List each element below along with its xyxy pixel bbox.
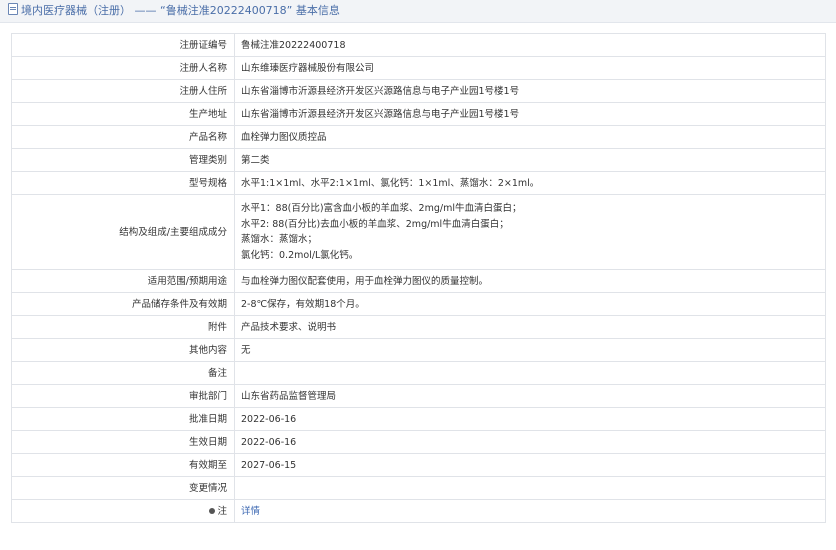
composition-line: 水平2: 88(百分比)去血小板的羊血浆、2mg/ml牛血清白蛋白； xyxy=(241,218,509,230)
row-value: 血栓弹力图仪质控品 xyxy=(234,125,826,149)
table-row: 审批部门 山东省药品监督管理局 xyxy=(11,384,826,408)
table-row: 管理类别 第二类 xyxy=(11,148,826,172)
row-label: 产品储存条件及有效期 xyxy=(11,292,235,316)
row-value: 水平1:1×1ml、水平2:1×1ml、氯化钙：1×1ml、蒸馏水：2×1ml。 xyxy=(234,171,826,195)
composition-line: 水平1：88(百分比)富含血小板的羊血浆、2mg/ml牛血清白蛋白； xyxy=(241,203,522,214)
row-label: 备注 xyxy=(11,361,235,385)
details-link[interactable]: 详情 xyxy=(241,506,260,517)
row-label: 型号规格 xyxy=(11,171,235,195)
row-value: 第二类 xyxy=(234,148,826,172)
table-row: 适用范围/预期用途 与血栓弹力图仪配套使用，用于血栓弹力图仪的质量控制。 xyxy=(11,269,826,293)
table-row: 生产地址 山东省淄博市沂源县经济开发区兴源路信息与电子产业园1号楼1号 xyxy=(11,102,826,126)
row-value: 山东省淄博市沂源县经济开发区兴源路信息与电子产业园1号楼1号 xyxy=(234,79,826,103)
breadcrumb-suffix: 基本信息 xyxy=(295,4,340,17)
row-label: 产品名称 xyxy=(11,125,235,149)
table-row: 注册证编号 鲁械注准20222400718 xyxy=(11,33,826,57)
page-header: 境内医疗器械（注册） —— “鲁械注准20222400718” 基本信息 xyxy=(0,0,836,23)
row-value: 山东省药品监督管理局 xyxy=(234,384,826,408)
row-label: 其他内容 xyxy=(11,338,235,362)
row-label: 有效期至 xyxy=(11,453,235,477)
composition-line: 蒸馏水：蒸馏水； xyxy=(241,234,318,245)
table-row: 型号规格 水平1:1×1ml、水平2:1×1ml、氯化钙：1×1ml、蒸馏水：2… xyxy=(11,171,826,195)
document-icon xyxy=(8,3,18,15)
table-row: 有效期至 2027-06-15 xyxy=(11,453,826,477)
row-label: 注册人住所 xyxy=(11,79,235,103)
table-row: 变更情况 xyxy=(11,476,826,500)
row-value: 2022-06-16 xyxy=(234,430,826,454)
table-row: 注册人名称 山东维瑧医疗器械股份有限公司 xyxy=(11,56,826,80)
table-row: 产品储存条件及有效期 2-8℃保存，有效期18个月。 xyxy=(11,292,826,316)
table-row: 备注 xyxy=(11,361,826,385)
table-row: 产品名称 血栓弹力图仪质控品 xyxy=(11,125,826,149)
row-label: 变更情况 xyxy=(11,476,235,500)
row-label: 批准日期 xyxy=(11,407,235,431)
row-label: 管理类别 xyxy=(11,148,235,172)
row-label: 审批部门 xyxy=(11,384,235,408)
row-label: 生产地址 xyxy=(11,102,235,126)
breadcrumb-separator: —— xyxy=(134,4,157,17)
info-table: 注册证编号 鲁械注准20222400718 注册人名称 山东维瑧医疗器械股份有限… xyxy=(11,33,826,523)
note-label: 注 xyxy=(217,505,227,517)
note-value: 详情 xyxy=(234,499,826,523)
row-label: 生效日期 xyxy=(11,430,235,454)
row-value: 山东省淄博市沂源县经济开发区兴源路信息与电子产业园1号楼1号 xyxy=(234,102,826,126)
row-value: 山东维瑧医疗器械股份有限公司 xyxy=(234,56,826,80)
row-label: 注册证编号 xyxy=(11,33,235,57)
table-row-note: 注 详情 xyxy=(11,499,826,523)
row-value: 与血栓弹力图仪配套使用，用于血栓弹力图仪的质量控制。 xyxy=(234,269,826,293)
table-row: 注册人住所 山东省淄博市沂源县经济开发区兴源路信息与电子产业园1号楼1号 xyxy=(11,79,826,103)
row-label: 适用范围/预期用途 xyxy=(11,269,235,293)
table-row: 附件 产品技术要求、说明书 xyxy=(11,315,826,339)
row-value xyxy=(234,361,826,385)
row-value: 2027-06-15 xyxy=(234,453,826,477)
breadcrumb-section: 境内医疗器械（注册） xyxy=(21,4,131,17)
row-label: 注册人名称 xyxy=(11,56,235,80)
row-value: 无 xyxy=(234,338,826,362)
row-value xyxy=(234,476,826,500)
row-value: 2022-06-16 xyxy=(234,407,826,431)
table-row: 批准日期 2022-06-16 xyxy=(11,407,826,431)
table-row: 结构及组成/主要组成成分 水平1：88(百分比)富含血小板的羊血浆、2mg/ml… xyxy=(11,194,826,270)
row-value: 产品技术要求、说明书 xyxy=(234,315,826,339)
row-value: 鲁械注准20222400718 xyxy=(234,33,826,57)
table-row: 生效日期 2022-06-16 xyxy=(11,430,826,454)
composition-line: 氯化钙：0.2mol/L氯化钙。 xyxy=(241,249,359,261)
breadcrumb-record: “鲁械注准20222400718” xyxy=(160,4,293,17)
pin-icon xyxy=(209,507,216,514)
row-value: 2-8℃保存，有效期18个月。 xyxy=(234,292,826,316)
note-label-cell: 注 xyxy=(11,499,235,523)
table-row: 其他内容 无 xyxy=(11,338,826,362)
row-label: 结构及组成/主要组成成分 xyxy=(11,194,235,270)
row-label: 附件 xyxy=(11,315,235,339)
row-value-multiline: 水平1：88(百分比)富含血小板的羊血浆、2mg/ml牛血清白蛋白； 水平2: … xyxy=(234,194,826,270)
